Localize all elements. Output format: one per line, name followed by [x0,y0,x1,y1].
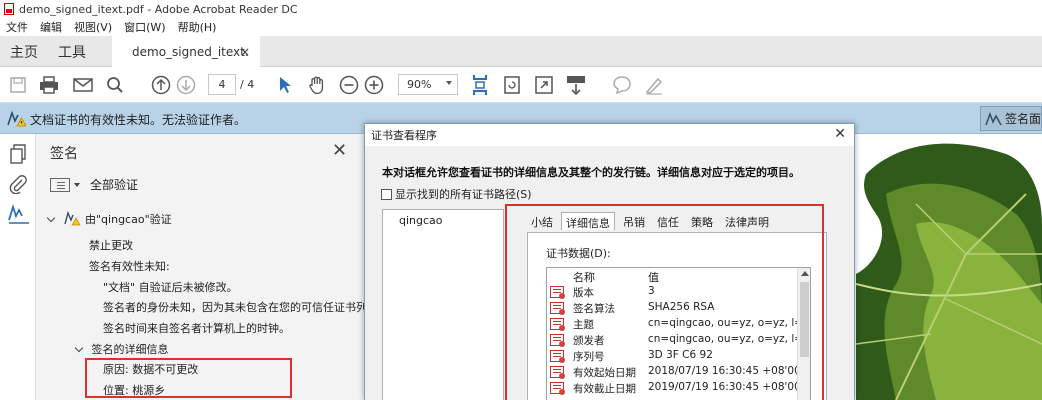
tab-bar: 主页 工具 demo_signed_itext. × [0,36,1042,67]
signer-node[interactable]: 由"qingcao"验证 [46,210,172,227]
tree-item-not-modified: "文档" 自验证后未被修改。 [103,281,238,294]
zoom-value: 90% [407,78,432,91]
checkbox-box[interactable] [381,188,392,200]
chevron-down-icon [446,81,452,85]
signature-panel-button[interactable]: 签名面板 [980,106,1042,131]
signer-label: 由"qingcao"验证 [85,213,172,226]
zoom-select[interactable]: 90% [398,74,458,95]
menu-edit[interactable]: 编辑 [40,19,62,35]
warning-signature-icon [63,210,81,226]
tab-document-label: demo_signed_itext. [132,44,249,59]
tab-close-button[interactable]: × [240,45,250,59]
select-cursor-icon[interactable] [273,73,297,97]
options-menu-icon [50,177,70,192]
menu-file[interactable]: 文件 [6,19,28,35]
page-up-icon[interactable] [149,73,173,97]
chevron-down-icon [74,182,80,187]
comment-icon[interactable] [610,73,634,97]
warning-signature-icon [6,109,27,130]
page-number-input[interactable]: 4 [208,74,236,95]
left-navigation-rail [0,134,36,400]
tree-item-identity-unknown: 签名者的身份未知，因为其未包含在您的可信任证书列表 [103,301,366,314]
document-page-image [856,134,1042,400]
signature-panel: 签名 ✕ 全部验证 由"qingcao"验证 禁止更改 签名有效性未知: "文档… [36,134,366,400]
highlight-box [85,358,292,398]
fullscreen-icon[interactable] [532,73,556,97]
search-icon[interactable] [103,73,127,97]
menu-bar: 文件 编辑 视图(V) 窗口(W) 帮助(H) [0,18,1042,36]
chevron-down-icon [74,343,84,353]
print-icon[interactable] [37,73,61,97]
tree-item-signing-time: 签名时间来自签名者计算机上的时钟。 [103,322,290,335]
menu-help[interactable]: 帮助(H) [178,19,217,35]
signature-panel-icon[interactable] [8,204,29,224]
certificate-chain-list[interactable]: qingcao [382,209,504,400]
chain-item[interactable]: qingcao [399,214,443,227]
hand-tool-icon[interactable] [305,73,329,97]
tab-home[interactable]: 主页 [10,42,38,62]
rotate-icon[interactable] [500,73,524,97]
dialog-title: 证书查看程序 [371,129,437,142]
zoom-out-icon[interactable] [337,73,361,97]
signature-panel-button-label: 签名面板 [1005,112,1042,126]
sign-pen-icon[interactable] [642,73,666,97]
tree-item-locked[interactable]: 禁止更改 [89,237,133,253]
tab-tools[interactable]: 工具 [58,42,86,62]
highlight-box [505,204,824,400]
fit-page-icon[interactable] [468,73,492,97]
dialog-description: 本对话框允许您查看证书的详细信息及其整个的发行链。详细信息对应于选定的项目。 [382,166,800,179]
save-icon[interactable] [6,73,30,97]
tree-item-validity[interactable]: 签名有效性未知: [89,258,170,274]
zoom-in-icon[interactable] [362,73,386,97]
verify-all-menu[interactable]: 全部验证 [50,176,138,193]
dialog-titlebar: 证书查看程序 ✕ [365,124,854,146]
chevron-down-icon [46,213,56,223]
notification-text: 文档证书的有效性未知。无法验证作者。 [30,113,247,127]
mail-icon[interactable] [71,73,95,97]
attachment-icon[interactable] [8,174,28,195]
menu-view[interactable]: 视图(V) [74,19,112,35]
window-titlebar: demo_signed_itext.pdf - Adobe Acrobat Re… [0,0,1042,18]
pdf-file-icon [4,3,14,15]
menu-window[interactable]: 窗口(W) [124,19,165,35]
toolbar: 4 / 4 90% [0,67,1042,103]
signature-panel-title: 签名 [50,146,78,162]
dialog-close-button[interactable]: ✕ [834,126,846,142]
pages-icon[interactable] [8,144,28,164]
page-down-icon[interactable] [174,73,198,97]
tab-document[interactable]: demo_signed_itext. × [112,36,260,67]
signature-details-node[interactable]: 签名的详细信息 [74,341,169,357]
signature-details-label: 签名的详细信息 [91,343,169,356]
show-all-paths-checkbox[interactable]: 显示找到的所有证书路径(S) [381,186,532,202]
signature-panel-close-button[interactable]: ✕ [332,140,347,161]
download-icon[interactable] [564,73,588,97]
page-total: / 4 [240,78,255,91]
window-title: demo_signed_itext.pdf - Adobe Acrobat Re… [19,2,298,16]
verify-all-label: 全部验证 [90,178,139,192]
show-all-paths-label: 显示找到的所有证书路径(S) [395,188,532,201]
